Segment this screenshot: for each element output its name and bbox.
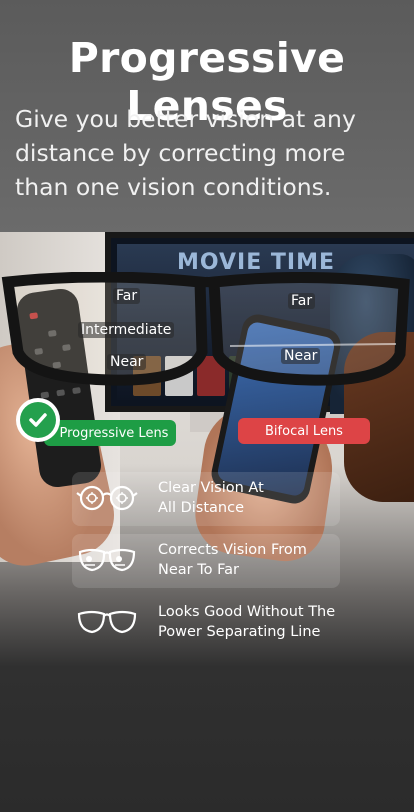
feature-item: Corrects Vision From Near To Far <box>72 534 340 588</box>
progressive-lenses-page: Progressive Lenses Give you better visio… <box>0 0 414 812</box>
progressive-intermediate-label: Intermediate <box>78 322 175 338</box>
checkmark-icon <box>16 398 60 442</box>
bifocal-lens-badge: Bifocal Lens <box>238 418 370 444</box>
feature-text: Corrects Vision From Near To Far <box>158 542 307 578</box>
feature-item: Clear Vision At All Distance <box>72 472 340 526</box>
bifocal-near-label: Near <box>281 348 321 364</box>
progressive-near-label: Near <box>107 354 147 370</box>
glasses-icon <box>77 610 137 634</box>
feature-text: Clear Vision At All Distance <box>158 480 264 516</box>
feature-text: Looks Good Without The Power Separating … <box>158 604 336 640</box>
eyeglasses-frame <box>1 272 410 386</box>
progressive-far-label: Far <box>113 288 141 304</box>
glasses-eyes-icon <box>78 548 136 572</box>
glasses-focus-icon <box>76 485 138 511</box>
page-subtitle: Give you better vision at any distance b… <box>15 105 356 201</box>
header: Progressive Lenses Give you better visio… <box>0 0 414 232</box>
progressive-lens-badge: Progressive Lens <box>44 420 176 446</box>
bifocal-far-label: Far <box>288 293 316 309</box>
feature-item: Looks Good Without The Power Separating … <box>72 596 340 650</box>
glasses-bridge <box>193 277 221 291</box>
